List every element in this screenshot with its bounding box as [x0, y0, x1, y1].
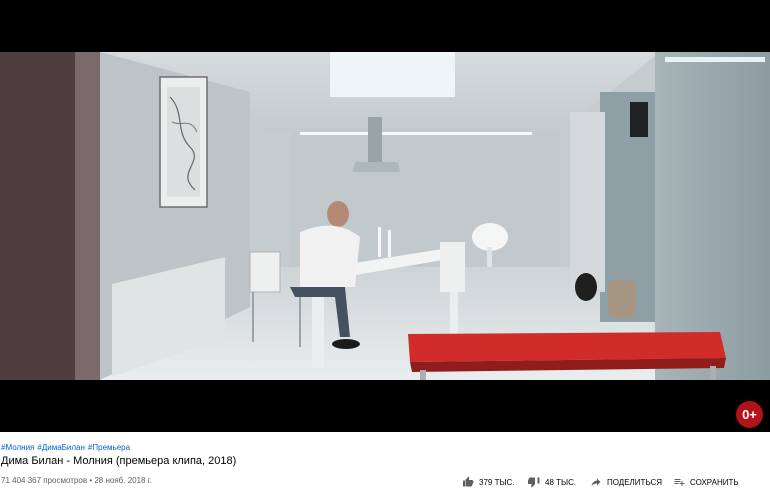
dislike-count: 48 тыс.: [545, 477, 577, 487]
like-button[interactable]: 379 тыс.: [462, 474, 515, 490]
view-count: 71 404 367 просмотров: [1, 476, 88, 485]
meta-separator: •: [89, 476, 93, 485]
video-frame[interactable]: [0, 52, 770, 380]
share-button[interactable]: Поделиться: [590, 474, 662, 490]
upload-date: 28 нояб. 2018 г.: [94, 476, 152, 485]
share-label: Поделиться: [607, 477, 663, 487]
video-player[interactable]: 0+: [0, 0, 770, 432]
thumbs-down-icon: [528, 477, 540, 488]
save-label: Сохранить: [690, 477, 739, 487]
video-title: Дима Билан - Молния (премьера клипа, 201…: [1, 455, 237, 467]
share-icon: [591, 478, 601, 486]
hashtag-link[interactable]: #ДимаБилан: [37, 443, 85, 452]
video-meta: 71 404 367 просмотров • 28 нояб. 2018 г.: [1, 476, 152, 485]
hashtag-link[interactable]: #Молния: [1, 443, 34, 452]
dislike-button[interactable]: 48 тыс.: [528, 474, 576, 490]
playlist-add-icon: [674, 479, 685, 486]
hashtag-link[interactable]: #Премьера: [88, 443, 130, 452]
like-count: 379 тыс.: [479, 477, 515, 487]
hashtag-list: #Молния #ДимаБилан #Премьера: [1, 443, 133, 452]
video-actions: 379 тыс. 48 тыс. Поделиться Сохранить: [462, 474, 770, 490]
age-rating-badge: 0+: [736, 401, 763, 428]
save-button[interactable]: Сохранить: [673, 474, 739, 490]
video-still-image: [0, 52, 770, 380]
thumbs-up-icon: [463, 476, 474, 487]
